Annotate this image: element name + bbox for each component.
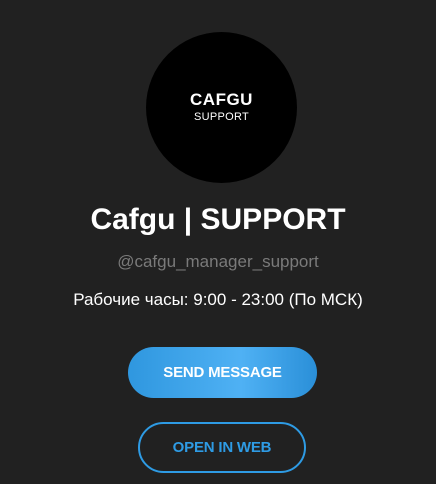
- profile-name: Cafgu | SUPPORT: [90, 203, 346, 236]
- send-message-button[interactable]: SEND MESSAGE: [128, 347, 317, 398]
- profile-username: @cafgu_manager_support: [117, 252, 319, 271]
- avatar: CAFGU SUPPORT: [146, 32, 297, 183]
- avatar-brand-text: CAFGU: [190, 90, 253, 109]
- profile-card: CAFGU SUPPORT Cafgu | SUPPORT @cafgu_man…: [0, 0, 436, 484]
- avatar-sub-text: SUPPORT: [193, 111, 250, 123]
- profile-description: Рабочие часы: 9:00 - 23:00 (По МСК): [73, 290, 363, 309]
- open-in-web-button[interactable]: OPEN IN WEB: [138, 422, 306, 473]
